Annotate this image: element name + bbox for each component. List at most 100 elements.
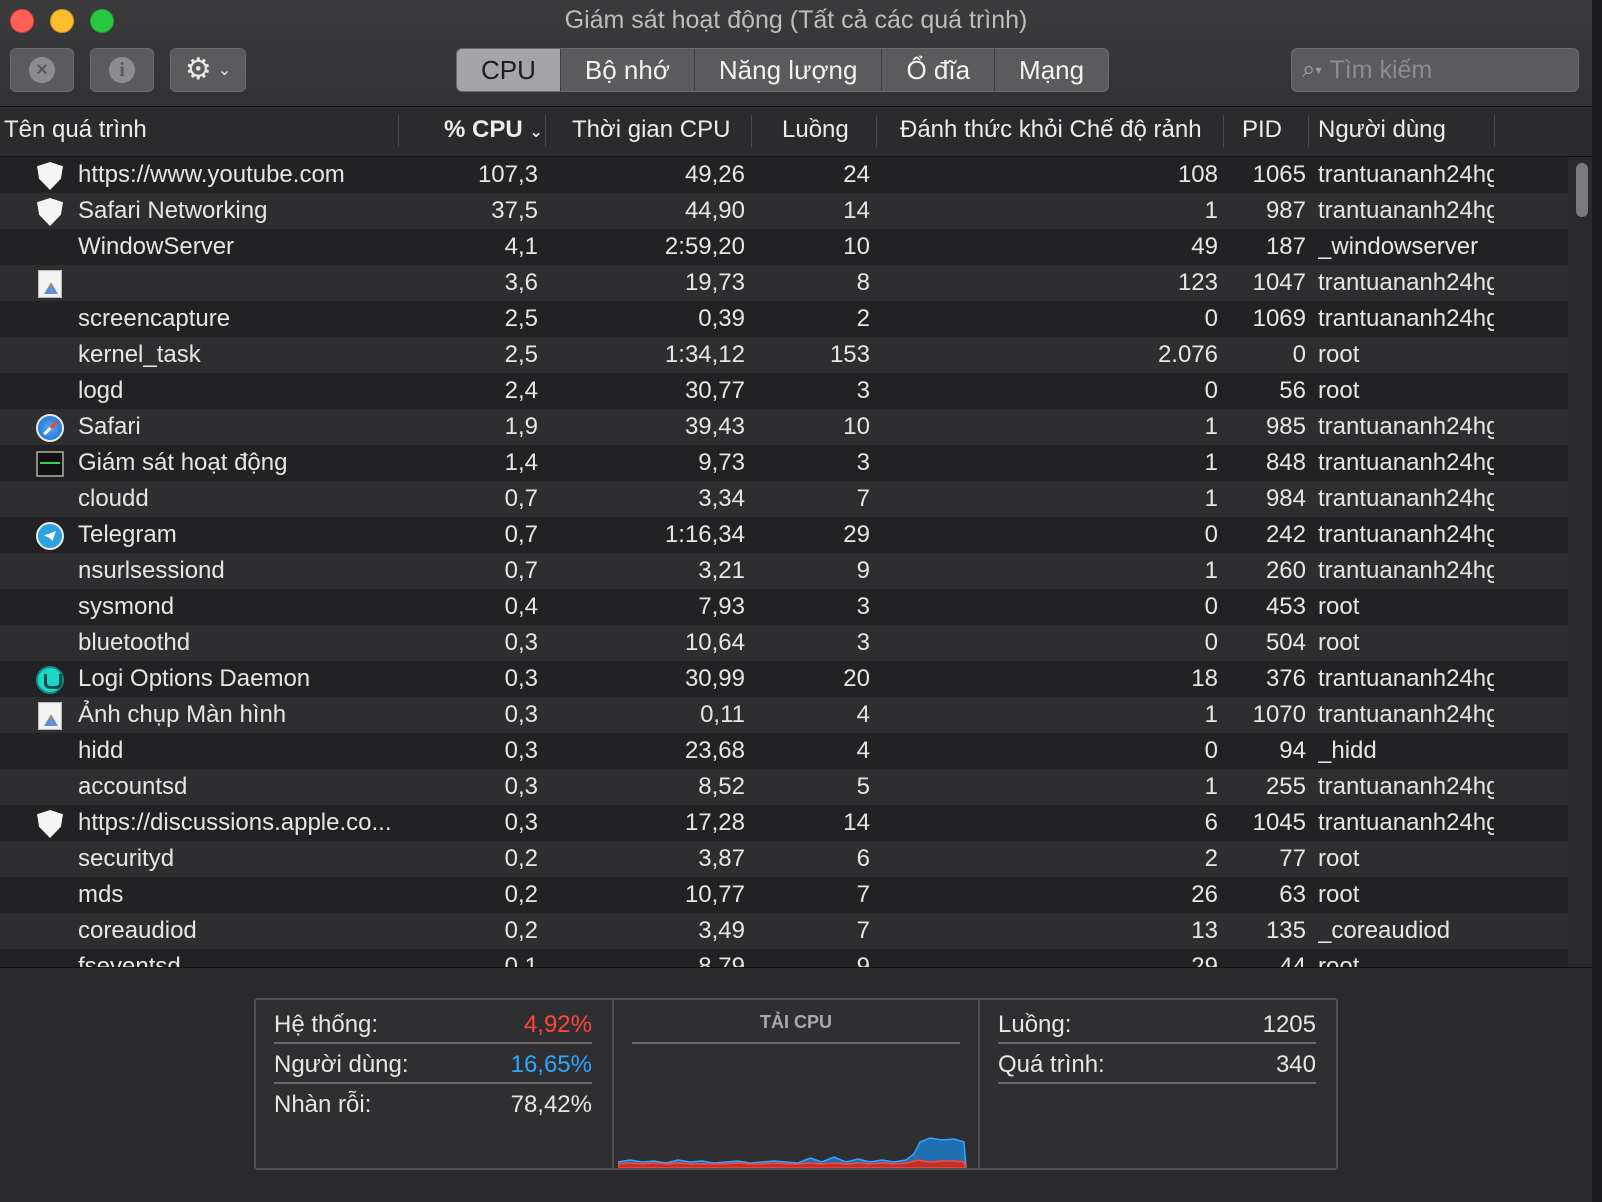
user: _hidd (1318, 737, 1377, 764)
column-divider[interactable] (1308, 115, 1309, 147)
table-row[interactable]: https://discussions.apple.co... 0,3 17,28 1… (0, 805, 1568, 841)
table-row[interactable]: securityd 0,2 3,87 6 2 77 root (0, 841, 1568, 877)
tab-network[interactable]: Mạng (995, 49, 1108, 91)
tab-memory[interactable]: Bộ nhớ (561, 49, 695, 91)
idle-wake-ups: 0 (1204, 377, 1218, 404)
idle-wake-ups: 13 (1191, 917, 1218, 944)
table-row[interactable]: https://www.youtube.com 107,3 49,26 24 108 10… (0, 157, 1568, 193)
table-row[interactable]: hidd 0,3 23,68 4 0 94 _hidd (0, 733, 1568, 769)
cpu-time: 8,52 (698, 773, 745, 800)
thread-count: 3 (856, 449, 870, 476)
table-row[interactable]: Safari Networking 37,5 44,90 14 1 987 trantuan… (0, 193, 1568, 229)
search-field[interactable]: ⌕ ▾ (1291, 48, 1579, 92)
thread-count: 29 (843, 521, 870, 548)
process-name: sysmond (78, 593, 175, 620)
pid: 77 (1279, 845, 1306, 872)
idle-label: Nhàn rỗi: (274, 1091, 372, 1118)
column-header-threads[interactable]: Luồng (778, 107, 853, 157)
scrollbar-thumb[interactable] (1576, 163, 1588, 217)
idle-wake-ups: 49 (1191, 233, 1218, 260)
process-name: screencapture (78, 305, 231, 332)
cpu-time: 49,26 (684, 161, 745, 188)
cpu-time: 39,43 (684, 413, 745, 440)
tab-disk[interactable]: Ổ đĩa (882, 49, 996, 91)
idle-wake-ups: 26 (1191, 881, 1218, 908)
table-row[interactable]: bluetoothd 0,3 10,64 3 0 504 root (0, 625, 1568, 661)
table-row[interactable]: cloudd 0,7 3,34 7 1 984 trantuananh24hg (0, 481, 1568, 517)
user: root (1318, 377, 1360, 404)
column-header-cpu-time[interactable]: Thời gian CPU (568, 107, 734, 157)
table-row[interactable]: Telegram 0,7 1:16,34 29 0 242 trantuananh24hg (0, 517, 1568, 553)
table-row[interactable]: Safari 1,9 39,43 10 1 985 trantuananh24hg (0, 409, 1568, 445)
column-header-name[interactable]: Tên quá trình (0, 107, 151, 157)
cpu-time: 2:59,20 (664, 233, 745, 260)
table-row[interactable]: 3,6 19,73 8 123 1047 trantuananh24hg (0, 265, 1568, 301)
actions-menu-button[interactable]: ⚙ ⌄ (170, 48, 246, 92)
cpu-percent: 0,7 (504, 557, 538, 584)
table-row[interactable]: Giám sát hoạt động 1,4 9,73 3 1 848 trantuanan… (0, 445, 1568, 481)
table-row[interactable]: mds 0,2 10,77 7 26 63 root (0, 877, 1568, 913)
table-row[interactable]: Logi Options Daemon 0,3 30,99 20 18 376 trantu… (0, 661, 1568, 697)
table-row[interactable]: logd 2,4 30,77 3 0 56 root (0, 373, 1568, 409)
inspect-process-button[interactable]: i (90, 48, 154, 92)
column-header-user[interactable]: Người dùng (1314, 107, 1450, 157)
idle-wake-ups: 0 (1204, 305, 1218, 332)
idle-wake-ups: 2.076 (1157, 341, 1218, 368)
table-scrollbar[interactable] (1568, 157, 1592, 967)
column-divider[interactable] (876, 115, 877, 147)
cpu-time: 30,99 (684, 665, 745, 692)
tab-energy[interactable]: Năng lượng (695, 49, 883, 91)
stop-process-button[interactable]: × (10, 48, 74, 92)
cpu-time: 0,39 (698, 305, 745, 332)
cpu-percent: 0,3 (504, 773, 538, 800)
column-divider[interactable] (1223, 115, 1224, 147)
tab-cpu[interactable]: CPU (457, 49, 561, 91)
process-name: Logi Options Daemon (78, 665, 311, 692)
info-icon: i (109, 57, 135, 83)
process-name: Giám sát hoạt động (78, 449, 288, 476)
thread-count: 2 (856, 305, 870, 332)
user: trantuananh24hg (1318, 305, 1494, 332)
table-row[interactable]: screencapture 2,5 0,39 2 0 1069 trantuananh24h… (0, 301, 1568, 337)
user: trantuananh24hg (1318, 485, 1494, 512)
idle-wake-ups: 1 (1204, 413, 1218, 440)
cpu-time: 3,21 (698, 557, 745, 584)
column-divider[interactable] (751, 115, 752, 147)
column-header-idle-wake[interactable]: Đánh thức khỏi Chế độ rảnh (896, 107, 1206, 157)
cpu-time: 23,68 (684, 737, 745, 764)
idle-wake-ups: 123 (1177, 269, 1218, 296)
cpu-percent: 0,2 (504, 917, 538, 944)
threads-stat: Luồng: 1205 (998, 1006, 1316, 1044)
process-name: Telegram (78, 521, 177, 548)
idle-wake-ups: 1 (1204, 485, 1218, 512)
table-row[interactable]: accountsd 0,3 8,52 5 1 255 trantuananh24hg (0, 769, 1568, 805)
system-stat: Hệ thống: 4,92% (274, 1006, 592, 1044)
column-header-pid[interactable]: PID (1238, 107, 1286, 157)
idle-wake-ups: 2 (1204, 845, 1218, 872)
column-header-cpu[interactable]: % CPU ⌄ (440, 107, 547, 157)
table-row[interactable]: nsurlsessiond 0,7 3,21 9 1 260 trantuananh24hg (0, 553, 1568, 589)
process-name (78, 265, 398, 301)
table-row[interactable]: sysmond 0,4 7,93 3 0 453 root (0, 589, 1568, 625)
column-divider[interactable] (545, 115, 546, 147)
user: root (1318, 881, 1360, 908)
table-row[interactable]: kernel_task 2,5 1:34,12 153 2.076 0 root (0, 337, 1568, 373)
table-row[interactable]: Ảnh chụp Màn hình 0,3 0,11 4 1 1070 trantuanan… (0, 697, 1568, 733)
table-row[interactable]: coreaudiod 0,2 3,49 7 13 135 _coreaudiod (0, 913, 1568, 949)
processes-value: 340 (1275, 1051, 1316, 1078)
column-divider[interactable] (1494, 115, 1495, 147)
column-divider[interactable] (398, 115, 399, 147)
idle-stat: Nhàn rỗi: 78,42% (274, 1086, 592, 1124)
table-row[interactable]: fseventsd 0,1 8,79 9 29 44 root (0, 949, 1568, 967)
cpu-time: 30,77 (684, 377, 745, 404)
table-row[interactable]: WindowServer 4,1 2:59,20 10 49 187 _windowserv… (0, 229, 1568, 265)
gear-icon: ⚙ (184, 53, 212, 86)
pid: 1070 (1252, 701, 1306, 728)
cpu-usage-breakdown: Hệ thống: 4,92% Người dùng: 16,65% Nhàn … (256, 1000, 614, 1168)
search-input[interactable] (1329, 55, 1540, 85)
threads-label: Luồng: (998, 1011, 1072, 1038)
cpu-time: 1:16,34 (664, 521, 745, 548)
pid: 0 (1292, 341, 1306, 368)
shield-icon (36, 162, 64, 190)
idle-wake-ups: 1 (1204, 557, 1218, 584)
